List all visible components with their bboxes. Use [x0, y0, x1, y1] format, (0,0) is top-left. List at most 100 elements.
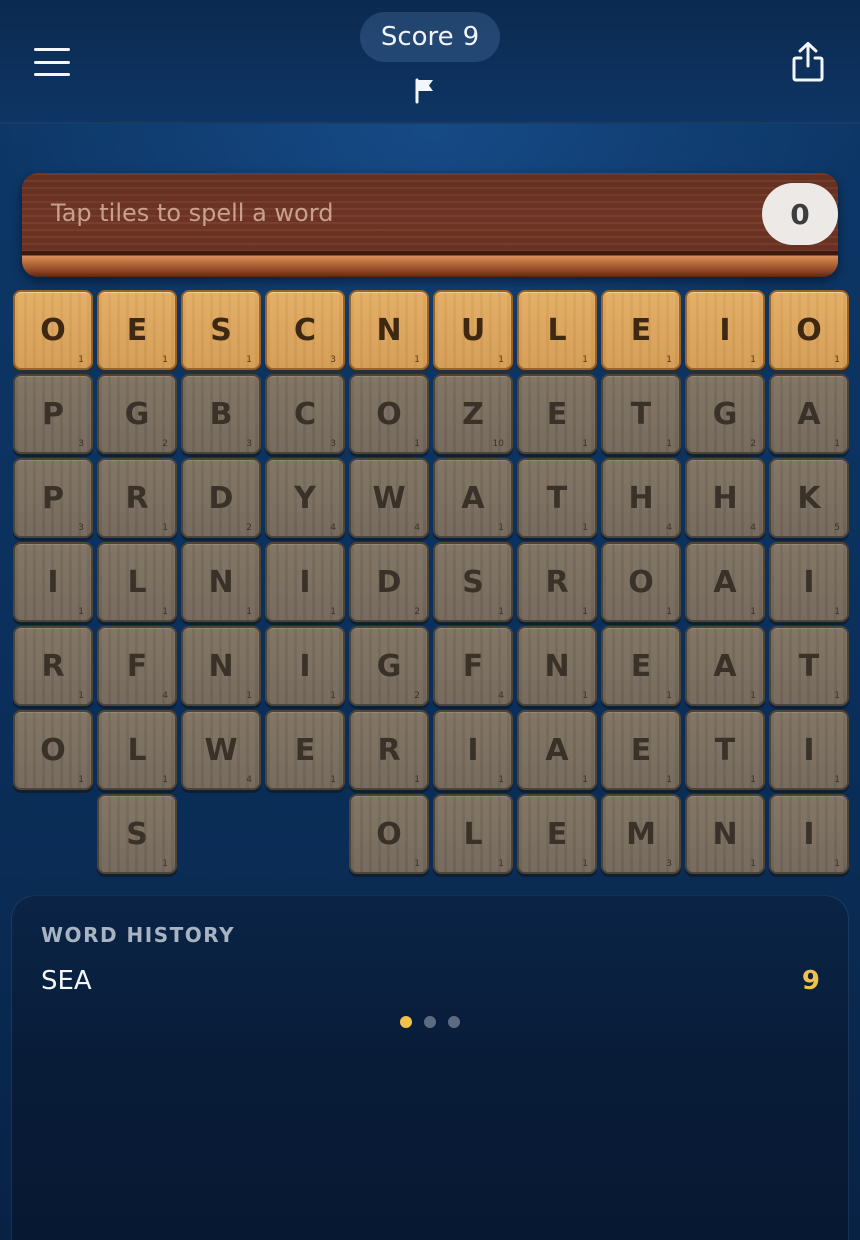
letter-tile[interactable]: E1: [517, 374, 597, 454]
letter-tile[interactable]: T1: [685, 710, 765, 790]
score-value: 9: [462, 22, 480, 52]
letter-tile[interactable]: F4: [97, 626, 177, 706]
letter-tile[interactable]: B3: [181, 374, 261, 454]
letter-tile[interactable]: T1: [517, 458, 597, 538]
letter-tile[interactable]: E1: [97, 290, 177, 370]
tile-points: 1: [78, 691, 84, 701]
letter-tile[interactable]: R1: [13, 626, 93, 706]
letter-tile[interactable]: E1: [265, 710, 345, 790]
letter-tile[interactable]: C3: [265, 374, 345, 454]
tile-points: 1: [582, 523, 588, 533]
letter-tile[interactable]: R1: [97, 458, 177, 538]
tile-points: 1: [330, 607, 336, 617]
letter-tile[interactable]: L1: [97, 542, 177, 622]
tile-points: 1: [834, 691, 840, 701]
letter-tile[interactable]: N1: [181, 626, 261, 706]
letter-tile[interactable]: H4: [601, 458, 681, 538]
hamburger-menu-icon[interactable]: [28, 40, 76, 84]
tile-points: 1: [162, 859, 168, 869]
letter-tile[interactable]: D2: [181, 458, 261, 538]
letter-tile[interactable]: W4: [181, 710, 261, 790]
letter-tile[interactable]: O1: [13, 710, 93, 790]
letter-tile[interactable]: I1: [769, 794, 849, 874]
letter-tile[interactable]: I1: [433, 710, 513, 790]
letter-tile[interactable]: E1: [601, 290, 681, 370]
letter-tile[interactable]: R1: [349, 710, 429, 790]
letter-tile[interactable]: A1: [769, 374, 849, 454]
pagination-dots: [400, 1016, 460, 1028]
letter-tile[interactable]: W4: [349, 458, 429, 538]
letter-tile[interactable]: G2: [97, 374, 177, 454]
letter-tile[interactable]: U1: [433, 290, 513, 370]
letter-tile[interactable]: K5: [769, 458, 849, 538]
letter-tile[interactable]: N1: [181, 542, 261, 622]
flag-icon[interactable]: [411, 76, 439, 106]
letter-tile[interactable]: F4: [433, 626, 513, 706]
history-entry-points: 9: [801, 966, 820, 996]
letter-tile[interactable]: G2: [349, 626, 429, 706]
pagination-dot[interactable]: [400, 1016, 412, 1028]
letter-tile[interactable]: N1: [685, 794, 765, 874]
letter-tile[interactable]: A1: [685, 542, 765, 622]
letter-tile[interactable]: O1: [349, 794, 429, 874]
letter-tile[interactable]: N1: [349, 290, 429, 370]
letter-tile[interactable]: Y4: [265, 458, 345, 538]
letter-tile[interactable]: E1: [601, 626, 681, 706]
letter-tile[interactable]: S1: [97, 794, 177, 874]
letter-tile[interactable]: I1: [685, 290, 765, 370]
letter-tile[interactable]: T1: [601, 374, 681, 454]
tile-points: 1: [498, 523, 504, 533]
letter-tile[interactable]: E1: [601, 710, 681, 790]
pagination-dot[interactable]: [424, 1016, 436, 1028]
letter-tile[interactable]: S1: [433, 542, 513, 622]
tile-points: 3: [330, 355, 336, 365]
letter-tile[interactable]: O1: [601, 542, 681, 622]
tile-points: 1: [666, 691, 672, 701]
letter-tile[interactable]: I1: [769, 542, 849, 622]
letter-tile[interactable]: I1: [13, 542, 93, 622]
tile-points: 4: [498, 691, 504, 701]
letter-tile[interactable]: S1: [181, 290, 261, 370]
letter-tile[interactable]: C3: [265, 290, 345, 370]
tile-points: 1: [666, 607, 672, 617]
tile-points: 2: [162, 439, 168, 449]
tile-points: 1: [666, 439, 672, 449]
letter-tile[interactable]: L1: [433, 794, 513, 874]
tile-points: 4: [162, 691, 168, 701]
tile-points: 1: [750, 691, 756, 701]
letter-tile[interactable]: E1: [517, 794, 597, 874]
pagination-dot[interactable]: [448, 1016, 460, 1028]
tile-points: 1: [414, 355, 420, 365]
tile-points: 1: [750, 775, 756, 785]
letter-tile[interactable]: G2: [685, 374, 765, 454]
letter-tile[interactable]: D2: [349, 542, 429, 622]
letter-tile[interactable]: Z 10: [433, 374, 513, 454]
share-icon[interactable]: [788, 40, 828, 84]
letter-tile[interactable]: P3: [13, 458, 93, 538]
letter-tile[interactable]: P3: [13, 374, 93, 454]
tile-points: 1: [162, 523, 168, 533]
letter-tile[interactable]: L1: [97, 710, 177, 790]
letter-tile[interactable]: O1: [769, 290, 849, 370]
letter-tile[interactable]: A1: [517, 710, 597, 790]
letter-tile[interactable]: A1: [685, 626, 765, 706]
tile-points: 1: [414, 859, 420, 869]
letter-tile[interactable]: A1: [433, 458, 513, 538]
letter-tile[interactable]: O1: [349, 374, 429, 454]
word-bar-ledge: [22, 251, 838, 277]
letter-tile[interactable]: O1: [13, 290, 93, 370]
letter-tile[interactable]: H4: [685, 458, 765, 538]
letter-tile[interactable]: L1: [517, 290, 597, 370]
letter-tile[interactable]: M3: [601, 794, 681, 874]
letter-tile[interactable]: N1: [517, 626, 597, 706]
letter-tile[interactable]: R1: [517, 542, 597, 622]
tile-points: 1: [750, 859, 756, 869]
current-word-bar: Tap tiles to spell a word 0: [22, 173, 838, 277]
letter-tile[interactable]: T1: [769, 626, 849, 706]
tile-points: 1: [750, 607, 756, 617]
letter-tile[interactable]: I1: [769, 710, 849, 790]
letter-tile[interactable]: I1: [265, 542, 345, 622]
tile-points: 1: [78, 355, 84, 365]
tile-points: 1: [498, 355, 504, 365]
letter-tile[interactable]: I1: [265, 626, 345, 706]
